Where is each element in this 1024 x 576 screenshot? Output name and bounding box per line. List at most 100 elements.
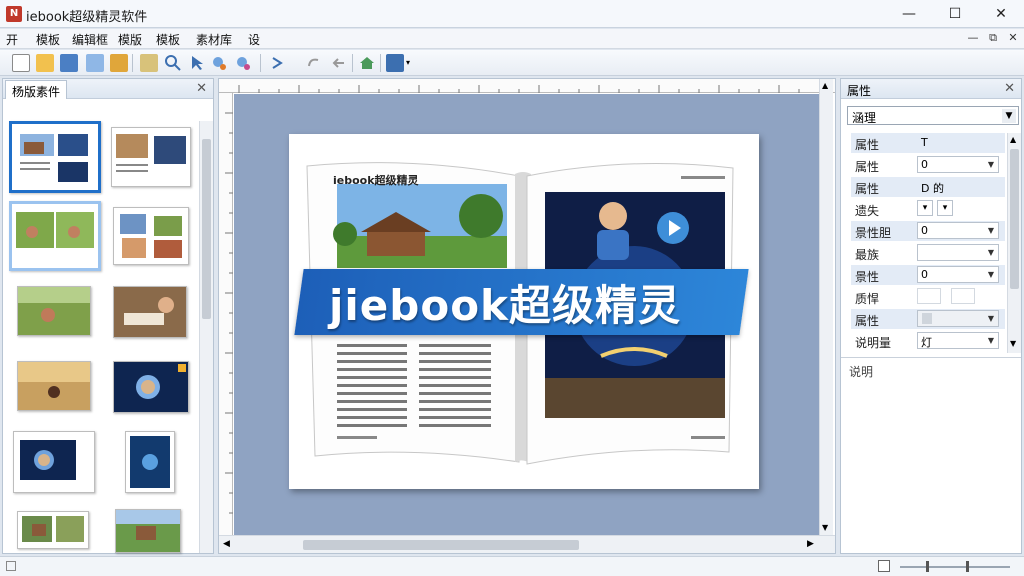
minimize-button[interactable]: — xyxy=(886,0,932,28)
property-label: 属性 xyxy=(855,138,880,152)
close-icon[interactable]: ✕ xyxy=(1004,81,1015,96)
template-thumbnail[interactable] xyxy=(113,207,189,265)
chevron-up-icon[interactable]: ▲ xyxy=(1010,135,1016,144)
close-icon[interactable]: ✕ xyxy=(196,81,207,96)
canvas-vertical-scrollbar[interactable]: ▲ ▼ xyxy=(819,79,833,535)
chevron-down-icon[interactable]: ▼ xyxy=(1010,339,1016,348)
search-icon[interactable] xyxy=(164,54,182,72)
template-thumbnail[interactable] xyxy=(17,511,89,549)
chevron-right-icon[interactable]: ▶ xyxy=(807,539,814,549)
description-label: 说明 xyxy=(849,365,874,379)
zoom-slider-handle-2[interactable] xyxy=(966,561,969,572)
tab-template-assets[interactable]: 杨版素件 xyxy=(5,80,68,99)
property-label: 景性胆 xyxy=(855,226,892,240)
home-icon[interactable] xyxy=(358,54,376,72)
property-label: 属性 xyxy=(855,182,880,196)
property-label: 说明量 xyxy=(855,336,892,350)
template-thumbnail[interactable] xyxy=(9,201,101,271)
ebook-page[interactable]: iebook超级精灵 jiebook超级精灵 xyxy=(289,134,759,489)
thumbnail-scrollbar[interactable] xyxy=(199,121,213,553)
property-value: 0 xyxy=(921,224,928,237)
properties-scrollbar[interactable]: ▲ ▼ xyxy=(1007,133,1021,353)
mdi-close-button[interactable]: ✕ xyxy=(1006,31,1020,45)
chevron-down-icon[interactable]: ▼ xyxy=(822,523,828,532)
mdi-minimize-button[interactable]: — xyxy=(966,31,980,45)
scrollbar-thumb[interactable] xyxy=(303,540,579,550)
mdi-restore-button[interactable]: ⧉ xyxy=(986,31,1000,45)
toolbar-separator xyxy=(380,54,381,72)
template-thumbnail[interactable] xyxy=(111,127,191,187)
menu-module[interactable]: 模板 xyxy=(156,31,180,48)
save-icon[interactable] xyxy=(60,54,78,72)
toolbar: ▾ xyxy=(0,50,1024,76)
pointer-icon[interactable] xyxy=(188,54,206,72)
template-thumbnail[interactable] xyxy=(17,286,91,336)
page-view-icon[interactable] xyxy=(878,560,890,572)
object-selector[interactable]: 涵理 ▼ xyxy=(847,106,1019,125)
panel-title: 属性 xyxy=(847,84,872,98)
template-thumbnail[interactable] xyxy=(125,431,175,493)
color-box[interactable] xyxy=(917,288,941,304)
zoom-slider-handle[interactable] xyxy=(926,561,929,572)
template-thumbnail[interactable] xyxy=(13,431,95,493)
open-folder-icon[interactable] xyxy=(36,54,54,72)
property-value: 0 xyxy=(921,268,928,281)
menu-settings[interactable]: 设 xyxy=(248,31,260,48)
property-select[interactable]: ▼ xyxy=(917,310,999,327)
brush-icon[interactable] xyxy=(110,54,128,72)
zoom-out-icon[interactable] xyxy=(234,54,252,72)
chevron-down-icon[interactable]: ▾ xyxy=(406,58,410,67)
design-canvas[interactable]: iebook超级精灵 jiebook超级精灵 xyxy=(234,94,819,536)
chevron-up-icon[interactable]: ▲ xyxy=(822,81,828,90)
color-swatch xyxy=(922,313,932,324)
back-icon[interactable] xyxy=(330,54,348,72)
page-icon[interactable] xyxy=(140,54,158,72)
chevron-down-icon[interactable]: ▼ xyxy=(1002,109,1016,123)
scrollbar-thumb[interactable] xyxy=(202,139,211,319)
edit-icon[interactable] xyxy=(86,54,104,72)
template-thumbnail[interactable] xyxy=(9,121,101,193)
mini-dropdown[interactable]: ▾ xyxy=(917,200,933,216)
publish-icon[interactable] xyxy=(386,54,404,72)
template-thumbnail[interactable] xyxy=(113,286,187,338)
menu-template[interactable]: 模板 xyxy=(36,31,60,48)
scrollbar-thumb[interactable] xyxy=(1010,149,1019,289)
close-button[interactable]: ✕ xyxy=(978,0,1024,28)
banner-title[interactable]: jiebook超级精灵 xyxy=(329,272,749,332)
chevron-down-icon: ▼ xyxy=(987,160,995,169)
template-thumbnail[interactable] xyxy=(17,361,91,411)
property-row: 属性 ▼ xyxy=(851,309,1005,329)
property-value[interactable]: T xyxy=(921,136,928,149)
property-value[interactable]: D 的 xyxy=(921,180,944,196)
properties-panel: 属性 ✕ 涵理 ▼ 属性 T 属性 0 ▼ 属性 D 的 遗失 ▾ ▾ 景性胆 0… xyxy=(840,78,1022,554)
template-thumbnail[interactable] xyxy=(113,361,189,413)
editor-canvas-area: iebook超级精灵 jiebook超级精灵 ▲ ▼ ◀ ▶ xyxy=(218,78,836,554)
template-thumbnail[interactable] xyxy=(115,509,181,553)
color-box-2[interactable] xyxy=(951,288,975,304)
menu-file[interactable]: 开 xyxy=(6,31,18,48)
property-label: 属性 xyxy=(855,314,880,328)
property-row: 景性 0 ▼ xyxy=(851,265,1005,285)
new-file-icon[interactable] xyxy=(12,54,30,72)
property-select[interactable]: 灯 ▼ xyxy=(917,332,999,349)
property-select[interactable]: 0 ▼ xyxy=(917,266,999,283)
property-select[interactable]: ▼ xyxy=(917,244,999,261)
zoom-in-icon[interactable] xyxy=(210,54,228,72)
property-row: 景性胆 0 ▼ xyxy=(851,221,1005,241)
chevron-down-icon: ▼ xyxy=(987,248,995,257)
mini-dropdown-2[interactable]: ▾ xyxy=(937,200,953,216)
canvas-horizontal-scrollbar[interactable]: ◀ ▶ xyxy=(219,535,835,553)
undo-icon[interactable] xyxy=(268,54,286,72)
chevron-down-icon: ▼ xyxy=(987,314,995,323)
chevron-left-icon[interactable]: ◀ xyxy=(223,539,230,549)
menu-edit[interactable]: 编辑框 xyxy=(72,31,108,48)
chevron-down-icon: ▼ xyxy=(987,226,995,235)
redo-icon[interactable] xyxy=(304,54,322,72)
vertical-ruler xyxy=(219,93,233,535)
property-select[interactable]: 0 ▼ xyxy=(917,222,999,239)
zoom-slider[interactable] xyxy=(900,566,1010,568)
menu-layout[interactable]: 模版 xyxy=(118,31,142,48)
menu-assets[interactable]: 素材库 xyxy=(196,31,232,48)
maximize-button[interactable]: ☐ xyxy=(932,0,978,28)
property-select[interactable]: 0 ▼ xyxy=(917,156,999,173)
